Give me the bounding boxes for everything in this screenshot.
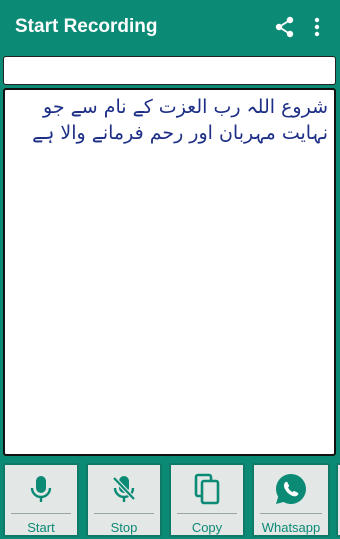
start-button-label: Start	[27, 520, 55, 535]
top-input-field[interactable]	[3, 56, 336, 85]
page-title: Start Recording	[15, 16, 158, 37]
whatsapp-icon	[276, 474, 306, 504]
mic-icon	[30, 476, 52, 502]
next-action-button-partial[interactable]	[336, 463, 340, 537]
whatsapp-button-label: Whatsapp	[261, 520, 321, 535]
more-options-button[interactable]	[302, 7, 332, 47]
speech-text-area[interactable]: شروع اللہ رب العزت کے نام سے جو نہایت مہ…	[3, 88, 336, 456]
more-vert-icon	[314, 17, 320, 37]
stop-button-label: Stop	[110, 520, 138, 535]
share-icon	[275, 16, 294, 38]
start-button[interactable]: Start	[3, 463, 79, 537]
copy-button[interactable]: Copy	[169, 463, 245, 537]
divider	[176, 513, 238, 514]
whatsapp-button[interactable]: Whatsapp	[252, 463, 330, 537]
action-bar: Start Stop Copy Whatsapp	[0, 459, 340, 539]
divider	[10, 513, 72, 514]
copy-button-label: Copy	[191, 520, 223, 535]
app-bar: Start Recording	[0, 0, 340, 54]
stop-button[interactable]: Stop	[86, 463, 162, 537]
divider	[259, 513, 323, 514]
share-button[interactable]	[270, 7, 300, 47]
mic-off-icon	[112, 476, 136, 502]
divider	[93, 513, 155, 514]
copy-icon	[194, 473, 220, 505]
